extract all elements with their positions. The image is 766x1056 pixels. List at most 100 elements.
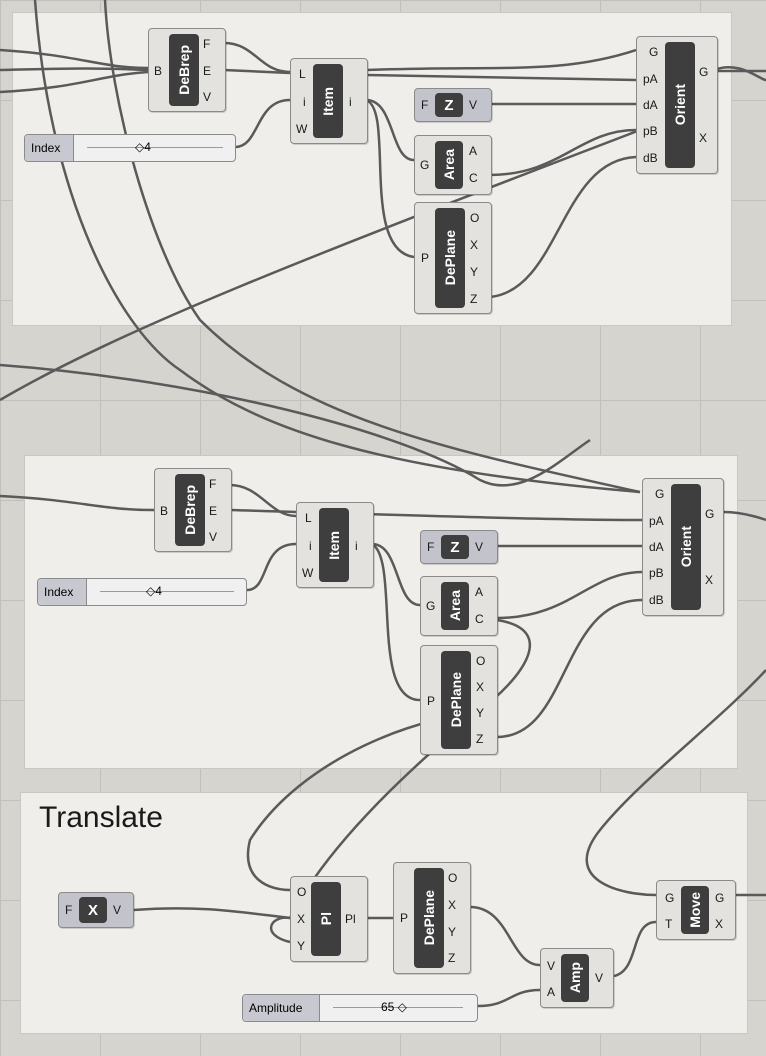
wire xyxy=(496,598,643,739)
port-label: F xyxy=(427,540,435,554)
port-label: G xyxy=(699,65,709,79)
debrep-component[interactable]: B DeBrep F E V xyxy=(154,468,232,552)
wire xyxy=(132,907,291,920)
slider-label: Index xyxy=(38,579,87,605)
x-component[interactable]: F X V xyxy=(58,892,134,928)
component-core: X xyxy=(79,897,107,923)
port-label: Pl xyxy=(345,912,356,926)
wire xyxy=(489,128,637,177)
port-label: B xyxy=(160,504,169,518)
port-label: X xyxy=(476,680,485,694)
port-label: G xyxy=(705,507,715,521)
component-name: Area xyxy=(441,149,457,181)
index-slider[interactable]: Index ◇4 xyxy=(37,578,247,606)
port-label: T xyxy=(665,917,673,931)
wire xyxy=(469,905,541,967)
pl-component[interactable]: O X Y Pl Pl xyxy=(290,876,368,962)
component-name: X xyxy=(87,901,98,919)
port-label: G xyxy=(655,487,665,501)
port-label: G xyxy=(665,891,675,905)
port-label: O xyxy=(476,654,486,668)
deplane-component[interactable]: P DePlane O X Y Z xyxy=(393,862,471,974)
move-component[interactable]: G T Move G X xyxy=(656,880,736,940)
wire xyxy=(0,48,149,70)
wire xyxy=(246,542,297,592)
port-label: L xyxy=(299,67,306,81)
wire xyxy=(713,66,766,82)
port-label: i xyxy=(349,95,352,109)
wire xyxy=(223,41,291,74)
component-name: Z xyxy=(444,96,454,114)
component-name: Item xyxy=(326,530,342,560)
port-label: E xyxy=(203,64,212,78)
component-name: DeBrep xyxy=(182,485,198,535)
z-component[interactable]: F Z V xyxy=(420,530,498,564)
port-label: pA xyxy=(643,72,658,86)
port-label: Y xyxy=(297,939,306,953)
port-label: W xyxy=(302,566,314,580)
amp-component[interactable]: V A Amp V xyxy=(540,948,614,1008)
debrep-component[interactable]: B DeBrep F E V xyxy=(148,28,226,112)
port-label: i xyxy=(355,539,358,553)
port-label: V xyxy=(209,530,218,544)
component-core: Pl xyxy=(311,882,341,956)
port-label: G xyxy=(715,891,725,905)
component-name: DePlane xyxy=(448,672,464,728)
wire xyxy=(371,542,421,702)
port-label: i xyxy=(309,539,312,553)
component-core: DePlane xyxy=(414,868,444,968)
component-core: Z xyxy=(441,535,469,559)
deplane-component[interactable]: P DePlane O X Y Z xyxy=(420,645,498,755)
slider-track[interactable] xyxy=(100,591,234,592)
port-label: O xyxy=(448,871,458,885)
wire xyxy=(365,48,637,72)
port-label: dA xyxy=(649,540,664,554)
port-label: B xyxy=(154,64,163,78)
component-name: DeBrep xyxy=(176,45,192,95)
wire xyxy=(0,70,149,94)
slider-value: 65 ◇ xyxy=(381,1000,407,1014)
component-core: DeBrep xyxy=(175,474,205,546)
slider-track[interactable] xyxy=(87,147,223,148)
component-name: Area xyxy=(447,590,463,622)
port-label: X xyxy=(297,912,306,926)
port-label: A xyxy=(475,585,484,599)
orient-component[interactable]: G pA dA pB dB Orient G X xyxy=(642,478,724,616)
area-component[interactable]: G Area A C xyxy=(414,135,492,195)
wire xyxy=(723,510,766,522)
component-core: Amp xyxy=(561,954,589,1002)
component-name: Orient xyxy=(672,84,688,126)
item-component[interactable]: L i W Item i xyxy=(296,502,374,588)
orient-component[interactable]: G pA dA pB dB Orient G X xyxy=(636,36,718,174)
slider-label: Amplitude xyxy=(243,995,320,1021)
port-label: V xyxy=(203,90,212,104)
port-label: pA xyxy=(649,514,664,528)
port-label: P xyxy=(400,911,409,925)
item-component[interactable]: L i W Item i xyxy=(290,58,368,144)
deplane-component[interactable]: P DePlane O X Y Z xyxy=(414,202,492,314)
port-label: G xyxy=(649,45,659,59)
port-label: G xyxy=(426,599,436,613)
port-label: W xyxy=(296,122,308,136)
amplitude-slider[interactable]: Amplitude 65 ◇ xyxy=(242,994,478,1022)
slider-value: ◇4 xyxy=(146,584,162,598)
port-label: O xyxy=(470,211,480,225)
port-label: V xyxy=(469,98,478,112)
wire xyxy=(613,920,657,978)
port-label: X xyxy=(699,131,708,145)
port-label: F xyxy=(203,37,211,51)
wire xyxy=(477,988,541,1008)
component-name: Orient xyxy=(678,526,694,568)
port-label: Y xyxy=(448,925,457,939)
z-component[interactable]: F Z V xyxy=(414,88,492,122)
port-label: Z xyxy=(448,951,456,965)
port-label: F xyxy=(209,477,217,491)
wire xyxy=(585,669,766,897)
area-component[interactable]: G Area A C xyxy=(420,576,498,636)
port-label: pB xyxy=(643,124,658,138)
port-label: L xyxy=(305,511,312,525)
port-label: V xyxy=(113,903,122,917)
port-label: V xyxy=(475,540,484,554)
component-name: Pl xyxy=(318,912,334,926)
index-slider[interactable]: Index ◇4 xyxy=(24,134,236,162)
